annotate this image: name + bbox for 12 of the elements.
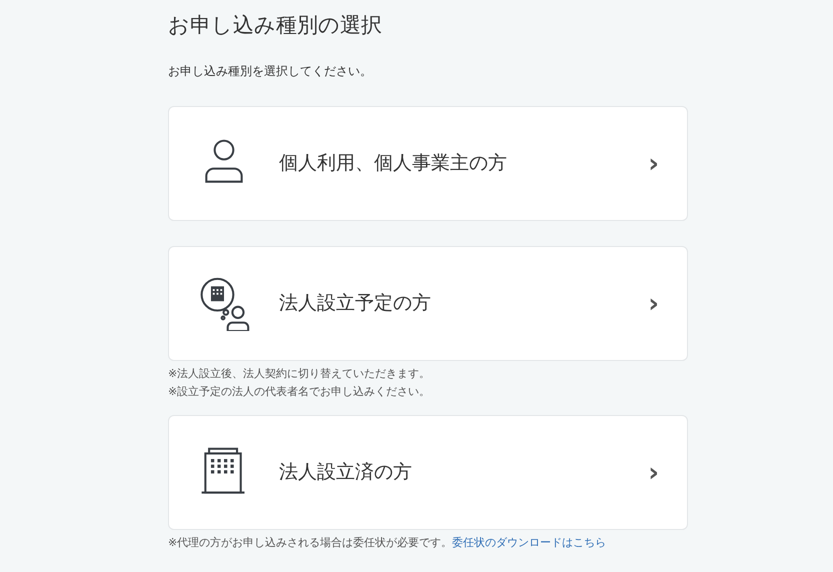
option-card[interactable]: 法人設立済の方 › <box>168 415 688 530</box>
note-text: ※法人設立後、法人契約に切り替えていただきます。 <box>168 366 432 382</box>
instruction-text: お申し込み種別を選択してください。 <box>168 63 373 80</box>
option-card[interactable]: 個人利用、個人事業主の方 › <box>168 106 688 221</box>
note-text: ※設立予定の法人の代表者名でお申し込みください。 <box>168 384 432 400</box>
chevron-icon: › <box>648 460 659 486</box>
chevron-icon: › <box>648 150 659 176</box>
note-text: ※代理の方がお申し込みされる場合は委任状が必要です。 <box>168 536 452 549</box>
download-link[interactable]: 委任状のダウンロードはこちら <box>452 536 606 549</box>
chevron-icon: › <box>648 290 659 316</box>
option-card[interactable]: 法人設立予定の方 › <box>168 246 688 361</box>
page-title: お申し込み種別の選択 <box>168 12 383 39</box>
